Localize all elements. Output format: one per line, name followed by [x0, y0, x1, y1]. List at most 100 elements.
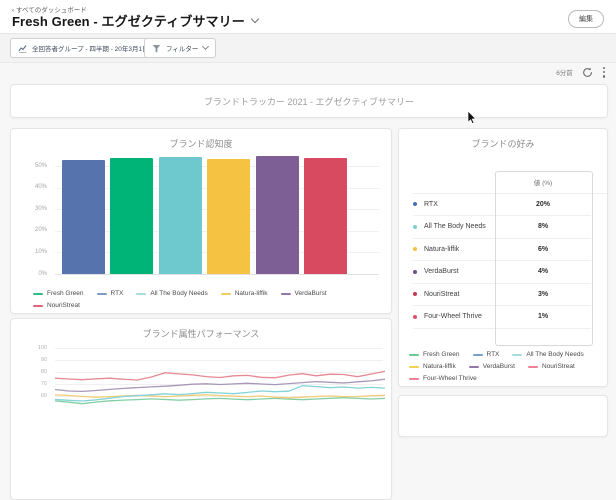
legend-dash-icon	[33, 304, 43, 307]
next-card-stub	[398, 395, 608, 437]
last-updated: 6分前	[556, 70, 573, 78]
bar-nouristreat	[304, 157, 347, 274]
value-column-header: 値 (%)	[533, 180, 553, 187]
chart-title: ブランドの好み	[471, 139, 535, 149]
page-title: Fresh Green - エグゼクティブサマリー	[12, 11, 260, 30]
legend-item[interactable]: Fresh Green	[409, 350, 460, 359]
brand-name: NouriStreat	[424, 290, 460, 298]
bar-verdaburst	[255, 156, 299, 274]
bar-fresh-green	[110, 157, 154, 274]
brand-awareness-card: ブランド認知度 50% 40% 30% 20% 10% 0% Fresh Green RTX…	[10, 128, 392, 314]
brand-dot-icon	[413, 224, 417, 229]
legend-label: RTX	[110, 290, 124, 297]
legend-dash-icon	[472, 353, 483, 356]
legend-dash-icon	[409, 353, 419, 356]
filter-chip[interactable]: フィルター	[144, 38, 217, 58]
legend-dash-icon	[512, 353, 523, 356]
brand-preference-card: ブランドの好み 値 (%)Fresh Green60%RTX20%All The…	[398, 128, 608, 387]
y-axis-tick: 60	[40, 392, 47, 399]
edit-button-label: 編集	[579, 16, 593, 23]
legend-item[interactable]: VerdaBurst	[280, 289, 327, 298]
legend-item[interactable]: Four-Wheel Thrive	[409, 374, 477, 383]
legend-label: NouriStreat	[47, 302, 80, 309]
legend-dash-icon	[96, 292, 107, 295]
funnel-icon	[152, 44, 161, 53]
legend-item[interactable]: Natura-liffik	[409, 362, 456, 371]
legend-label: VerdaBurst	[294, 290, 327, 297]
brand-value: 6%	[537, 245, 549, 253]
brand-dot-icon	[413, 247, 417, 252]
banner-card: ブランドトラッカー 2021 - エグゼクティブサマリー	[10, 84, 608, 118]
y-axis-tick: 100	[37, 344, 47, 351]
refresh-icon[interactable]	[582, 67, 593, 78]
brand-label-cell: VerdaBurst	[413, 268, 495, 275]
chevron-down-icon[interactable]	[250, 14, 260, 24]
brand-value: 3%	[537, 290, 549, 298]
legend-label: Four-Wheel Thrive	[423, 375, 477, 382]
y-axis-tick: 90	[40, 356, 47, 363]
table-row: VerdaBurst 4%	[413, 261, 591, 284]
gridline	[55, 274, 379, 275]
legend-item[interactable]: Fresh Green	[33, 289, 84, 298]
legend-label: VerdaBurst	[482, 363, 515, 370]
brand-value: 20%	[535, 200, 550, 208]
brand-name: Four-Wheel Thrive	[424, 313, 482, 321]
legend-dash-icon	[136, 292, 147, 295]
brand-label-cell: Natura-liffik	[413, 246, 495, 253]
bar-natura-liffik	[207, 158, 251, 274]
y-axis-tick: 70	[40, 380, 47, 387]
legend-dash-icon	[527, 365, 538, 368]
preference-legend: Fresh Green RTX All The Body Needs Natura-l…	[409, 350, 601, 383]
brand-name: RTX	[424, 200, 438, 208]
filter-bar: 全回答者グループ - 四半期 - 20年3月1日 <> 今日 フィルター	[0, 34, 616, 63]
legend-label: Fresh Green	[47, 290, 84, 297]
brand-value: 4%	[537, 268, 549, 276]
legend-label: Natura-liffik	[423, 363, 456, 370]
legend-label: Natura-liffik	[234, 290, 268, 297]
table-row: All The Body Needs 8%	[413, 216, 591, 239]
legend-item[interactable]: RTX	[472, 350, 499, 359]
legend-item[interactable]: VerdaBurst	[468, 362, 515, 371]
table-header-row: 値 (%)	[413, 171, 607, 194]
banner-title: ブランドトラッカー 2021 - エグゼクティブサマリー	[204, 96, 414, 107]
legend-label: All The Body Needs	[150, 290, 208, 297]
legend-dash-icon	[409, 365, 419, 368]
brand-value: 1%	[537, 313, 549, 321]
line-chart-plot: 100 90 80 70 60	[11, 319, 391, 499]
bar-chart-legend: Fresh Green RTX All The Body Needs Natura-l…	[33, 289, 383, 310]
legend-label: All The Body Needs	[526, 351, 584, 358]
legend-dash-icon	[33, 292, 43, 295]
bar-all-the-body-needs	[158, 157, 202, 274]
legend-item[interactable]: NouriStreat	[33, 301, 80, 310]
edit-button[interactable]: 編集	[568, 10, 604, 28]
y-axis-tick: 20%	[34, 227, 47, 234]
bar-rtx	[62, 159, 105, 274]
chevron-down-icon	[202, 42, 210, 51]
table-row: RTX 20%	[413, 194, 591, 216]
brand-name: Natura-liffik	[424, 245, 460, 253]
brand-dot-icon	[413, 202, 417, 207]
y-axis-tick: 30%	[34, 205, 47, 212]
preference-table: 値 (%)Fresh Green60%RTX20%All The Body Ne…	[413, 171, 607, 329]
legend-dash-icon	[409, 377, 419, 380]
legend-dash-icon	[220, 292, 231, 295]
table-row: Four-Wheel Thrive 1%	[413, 306, 591, 329]
legend-label: NouriStreat	[541, 363, 575, 370]
legend-item[interactable]: NouriStreat	[527, 362, 575, 371]
brand-dot-icon	[413, 292, 417, 297]
table-row: Natura-liffik 6%	[413, 239, 591, 261]
brand-label-cell: NouriStreat	[413, 291, 495, 298]
page-header: ‹ すべてのダッシュボード Fresh Green - エグゼクティブサマリー …	[0, 0, 616, 34]
legend-item[interactable]: RTX	[96, 289, 124, 298]
legend-item[interactable]: All The Body Needs	[136, 289, 208, 298]
legend-item[interactable]: All The Body Needs	[512, 350, 584, 359]
brand-dot-icon	[413, 269, 417, 274]
legend-item[interactable]: Natura-liffik	[220, 289, 268, 298]
y-axis-tick: 50%	[34, 162, 47, 169]
kebab-menu-icon[interactable]	[602, 66, 606, 79]
line-series-natura-liffik	[54, 394, 386, 399]
line-series-nouristreat	[54, 370, 386, 381]
filter-button-label: フィルター	[166, 46, 199, 53]
brand-dot-icon	[413, 314, 417, 319]
line-series-svg	[54, 370, 386, 405]
